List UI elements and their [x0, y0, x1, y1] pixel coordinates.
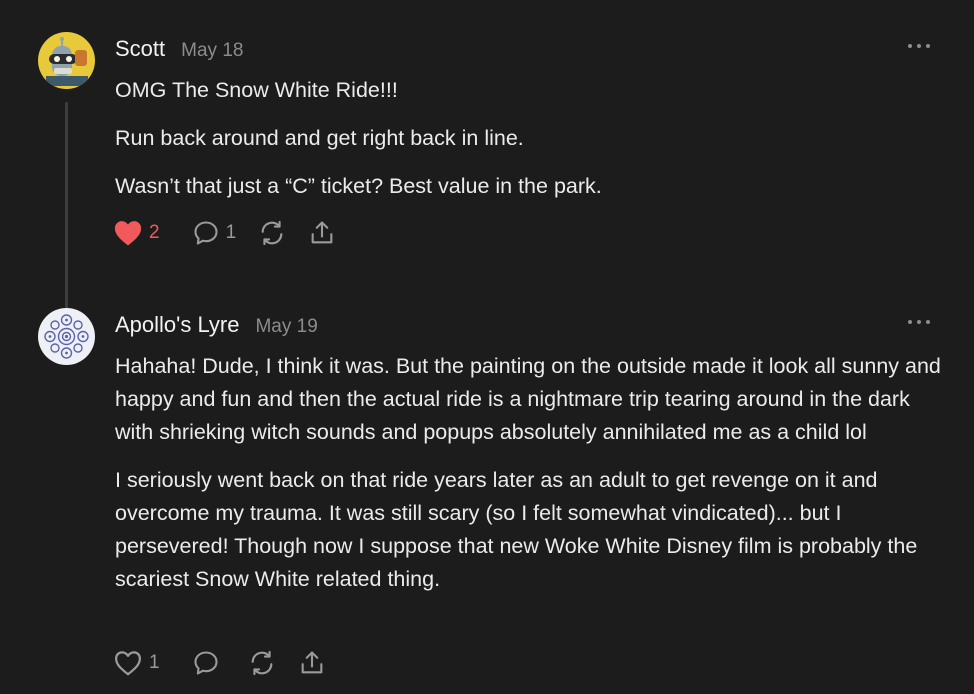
like-count: 1 — [149, 652, 160, 673]
share-button[interactable] — [298, 649, 326, 677]
comment-date[interactable]: May 18 — [181, 40, 243, 62]
comment-paragraph: Hahaha! Dude, I think it was. But the pa… — [115, 354, 941, 444]
restack-button[interactable] — [258, 219, 286, 247]
comment-actions: 1 — [113, 648, 348, 678]
comment-header: Scott May 18 — [115, 36, 243, 64]
comment-paragraph: Run back around and get right back in li… — [115, 126, 524, 150]
like-button[interactable]: 2 — [113, 219, 160, 247]
avatar[interactable] — [38, 308, 95, 365]
avatar[interactable] — [38, 32, 95, 89]
comment-header: Apollo's Lyre May 19 — [115, 312, 318, 340]
comment-body: OMG The Snow White Ride!!! Run back arou… — [115, 74, 945, 218]
share-button[interactable] — [308, 219, 336, 247]
share-icon — [301, 651, 322, 674]
reply-button[interactable]: 1 — [192, 219, 237, 247]
restack-icon — [261, 220, 283, 246]
author-name[interactable]: Apollo's Lyre — [115, 312, 239, 338]
reply-count: 1 — [225, 222, 237, 243]
lace-pattern-avatar-icon — [38, 308, 95, 365]
heart-filled-icon — [114, 221, 142, 246]
heart-outline-icon — [115, 651, 141, 676]
more-options-icon[interactable] — [908, 42, 930, 50]
restack-button[interactable] — [248, 649, 276, 677]
comment-date[interactable]: May 19 — [255, 316, 317, 338]
comment-body: Hahaha! Dude, I think it was. But the pa… — [115, 350, 945, 611]
thread-line — [65, 102, 68, 324]
comment-actions: 2 1 — [113, 218, 358, 248]
like-button[interactable]: 1 — [113, 649, 160, 677]
more-options-icon[interactable] — [908, 318, 930, 326]
comment-paragraph: OMG The Snow White Ride!!! — [115, 78, 398, 102]
share-icon — [311, 221, 333, 244]
comment-bubble-icon — [194, 651, 218, 675]
author-name[interactable]: Scott — [115, 36, 165, 62]
reply-button[interactable] — [192, 649, 226, 677]
comment-paragraph: Wasn’t that just a “C” ticket? Best valu… — [115, 174, 602, 198]
comment-paragraph: I seriously went back on that ride years… — [115, 468, 918, 591]
restack-icon — [251, 650, 272, 676]
like-count: 2 — [149, 222, 160, 243]
robot-avatar-icon — [38, 32, 95, 89]
comment-bubble-icon — [194, 221, 218, 245]
